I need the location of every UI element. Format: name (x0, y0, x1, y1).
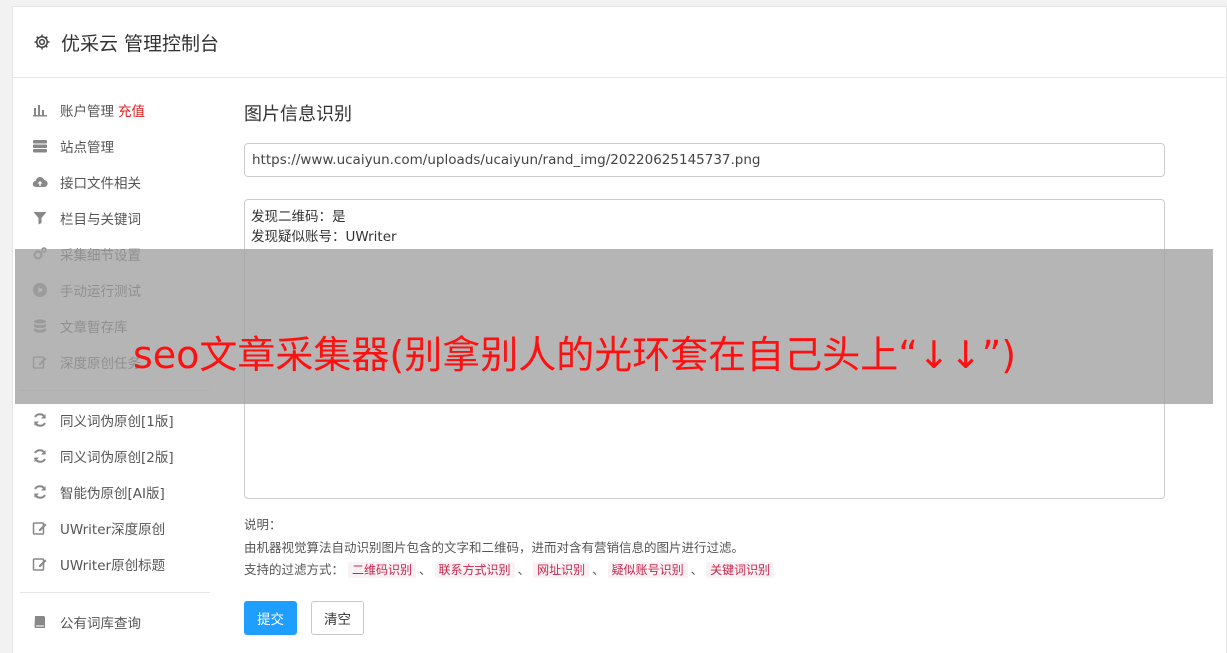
sidebar-item-label: 账户管理 (60, 104, 114, 120)
form-actions: 提交 清空 (244, 600, 1165, 635)
sidebar-item[interactable]: 同义词伪原创[1版] (20, 402, 210, 438)
edit-icon (32, 556, 48, 572)
filter-separator: 、 (690, 562, 704, 577)
page-title: 优采云 管理控制台 (61, 32, 220, 55)
filter-separator: 、 (592, 562, 605, 577)
clear-button[interactable]: 清空 (311, 600, 364, 635)
sidebar-item-label: 同义词伪原创[2版] (60, 450, 174, 466)
submit-button[interactable]: 提交 (244, 600, 297, 635)
server-icon (32, 138, 48, 154)
page-header: 优采云 管理控制台 (13, 7, 1226, 78)
sidebar-item-label: 公有词库查询 (60, 616, 141, 632)
edit-icon (32, 520, 48, 536)
sidebar-item[interactable]: 智能伪原创[AI版] (20, 474, 210, 510)
result-line-qrcode: 发现二维码：是 (251, 209, 346, 225)
sidebar-item[interactable]: 同义词伪原创[2版] (20, 438, 210, 474)
section-title: 图片信息识别 (244, 104, 352, 125)
description: 说明： 由机器视觉算法自动识别图片包含的文字和二维码，进而对含有营销信息的图片进… (244, 514, 1165, 582)
sidebar-item-label: UWriter原创标题 (60, 558, 166, 574)
sidebar-item-label: 接口文件相关 (60, 176, 141, 192)
filter-methods: 支持的过滤方式： 二维码识别、联系方式识别、网址识别、疑似账号识别、关键词识别 (244, 559, 1165, 582)
result-line-account: 发现疑似账号：UWriter (251, 229, 397, 245)
sidebar-item[interactable]: 站点管理 (20, 128, 210, 164)
sidebar-item-label: 智能伪原创[AI版] (60, 486, 165, 502)
sidebar-item[interactable]: 接口文件相关 (20, 164, 210, 200)
sidebar-item[interactable]: 公有词库查询 (20, 604, 210, 640)
filter-tag: 疑似账号识别 (607, 562, 688, 578)
filter-icon (32, 210, 48, 226)
filter-tag: 二维码识别 (348, 562, 417, 578)
refresh-icon (32, 412, 48, 428)
filters-label: 支持的过滤方式： (244, 562, 345, 577)
filter-separator: 、 (419, 562, 432, 577)
refresh-icon (32, 484, 48, 500)
refresh-icon (32, 448, 48, 464)
sidebar-item-label: 栏目与关键词 (60, 212, 141, 228)
sidebar-item[interactable]: UWriter深度原创 (20, 510, 210, 546)
sidebar-item-label: 站点管理 (60, 140, 114, 156)
gear-icon (33, 33, 51, 51)
sidebar-item[interactable]: UWriter原创标题 (20, 546, 210, 582)
image-url-input[interactable] (244, 143, 1165, 177)
sidebar-item[interactable]: 账户管理 充值 (20, 92, 210, 128)
book-icon (32, 614, 48, 630)
desc-text: 由机器视觉算法自动识别图片包含的文字和二维码，进而对含有营销信息的图片进行过滤。 (244, 539, 745, 555)
filter-tag: 联系方式识别 (434, 562, 515, 578)
bar-chart-icon (32, 102, 48, 118)
sidebar-item[interactable]: 栏目与关键词 (20, 200, 210, 236)
desc-label: 说明： (244, 517, 282, 532)
cloud-upload-icon (32, 174, 48, 190)
sidebar-item-label: 同义词伪原创[1版] (60, 414, 174, 430)
sidebar-divider (20, 592, 210, 593)
overlay-headline: seo文章采集器(别拿别人的光环套在自己头上“↓↓”) (133, 333, 1017, 377)
sidebar-item-label: UWriter深度原创 (60, 522, 166, 538)
filter-separator: 、 (517, 562, 531, 577)
filter-tag: 网址识别 (533, 562, 590, 578)
filter-tag: 关键词识别 (706, 562, 775, 578)
recharge-link[interactable]: 充值 (118, 100, 145, 120)
